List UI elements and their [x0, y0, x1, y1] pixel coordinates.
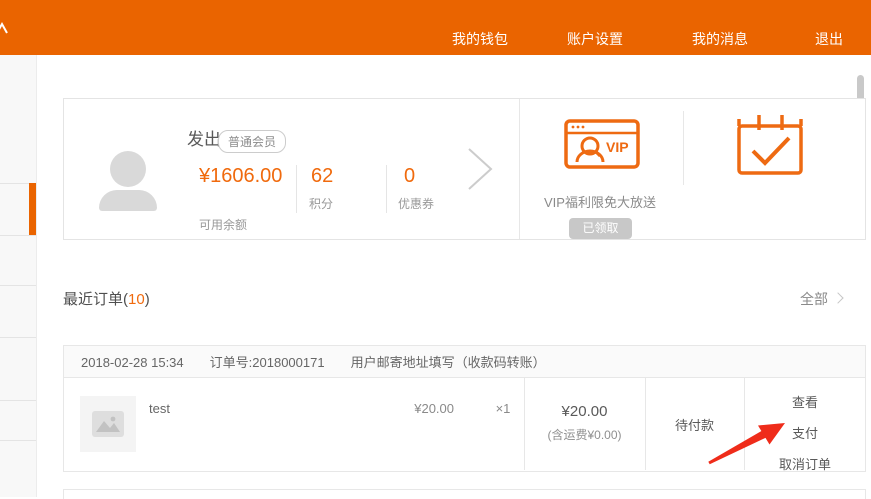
- member-level-badge: 普通会员: [218, 130, 286, 153]
- coupons-value[interactable]: 0: [404, 165, 415, 187]
- cancel-order-link[interactable]: 取消订单: [744, 454, 866, 473]
- unit-price: ¥20.00: [394, 401, 454, 416]
- order-number: 订单号:2018000171: [210, 355, 325, 370]
- username: 发出: [187, 125, 221, 150]
- coupons-label: 优惠券: [398, 195, 434, 212]
- sidebar-divider: [0, 337, 36, 338]
- nav-account-settings[interactable]: 账户设置: [567, 29, 623, 49]
- quantity: ×1: [482, 401, 524, 416]
- order-header-row: 2018-02-28 15:34 订单号:2018000171 用户邮寄地址填写（收…: [63, 345, 866, 378]
- sidebar-divider: [0, 235, 36, 236]
- nav-my-wallet[interactable]: 我的钱包: [452, 29, 508, 49]
- view-order-link[interactable]: 查看: [744, 392, 866, 411]
- sidebar-divider: [0, 400, 36, 401]
- pay-order-link[interactable]: 支付: [744, 423, 866, 442]
- vip-promo-title: VIP福利限免大放送: [515, 192, 685, 211]
- sidebar-truncated: [0, 55, 37, 497]
- avatar-shoulders: [99, 190, 157, 211]
- points-value[interactable]: 62: [311, 165, 333, 187]
- order-body-row: test ¥20.00 ×1 ¥20.00 (含运费¥0.00) 待付款 查看 …: [63, 378, 866, 472]
- order-status: 待付款: [645, 415, 744, 434]
- view-all-link[interactable]: 全部: [800, 289, 828, 309]
- product-thumbnail[interactable]: [80, 396, 136, 452]
- checkin-calendar-icon[interactable]: [736, 113, 804, 182]
- nav-logout[interactable]: 退出: [815, 29, 843, 49]
- sidebar-divider: [0, 285, 36, 286]
- recent-orders-count: 10: [128, 291, 145, 308]
- order-total: ¥20.00: [524, 403, 645, 420]
- shipping-note: (含运费¥0.00): [524, 426, 645, 443]
- recent-orders-label-close: ): [145, 291, 150, 308]
- sidebar-divider: [0, 440, 36, 441]
- chevron-right-small-icon: [832, 292, 843, 303]
- card-divider: [519, 99, 520, 239]
- balance-label: 可用余额: [199, 216, 247, 233]
- order-note: 用户邮寄地址填写（收款码转账）: [351, 355, 546, 370]
- top-header-bar: 我的钱包 账户设置 我的消息 退出: [0, 0, 871, 55]
- recent-orders-title: 最近订单(10): [63, 288, 150, 309]
- vip-promo-icon[interactable]: VIP: [564, 119, 642, 176]
- image-placeholder-icon: [92, 411, 124, 437]
- order-total-cell: ¥20.00 (含运费¥0.00): [524, 378, 645, 443]
- avatar-head: [110, 151, 146, 187]
- logo-mark: [0, 21, 11, 40]
- balance-value[interactable]: ¥1606.00: [199, 165, 287, 187]
- user-summary-card: 发出 普通会员 ¥1606.00 可用余额 62 积分 0 优惠券 VIP VI…: [63, 98, 866, 240]
- stat-divider: [386, 165, 387, 213]
- chevron-right-icon[interactable]: [464, 147, 494, 196]
- nav-my-messages[interactable]: 我的消息: [692, 29, 748, 49]
- recent-orders-label: 最近订单(: [63, 291, 128, 308]
- points-label: 积分: [309, 195, 333, 212]
- card-divider: [683, 111, 684, 185]
- svg-text:VIP: VIP: [606, 139, 629, 155]
- next-order-card-partial: [63, 489, 866, 499]
- sidebar-active-indicator[interactable]: [29, 183, 36, 235]
- claimed-button[interactable]: 已领取: [569, 218, 632, 239]
- product-name[interactable]: test: [149, 401, 170, 416]
- stat-divider: [296, 165, 297, 213]
- order-actions: 查看 支付 取消订单: [744, 378, 866, 473]
- order-card: 2018-02-28 15:34 订单号:2018000171 用户邮寄地址填写（收…: [63, 345, 866, 472]
- order-datetime: 2018-02-28 15:34: [81, 355, 184, 370]
